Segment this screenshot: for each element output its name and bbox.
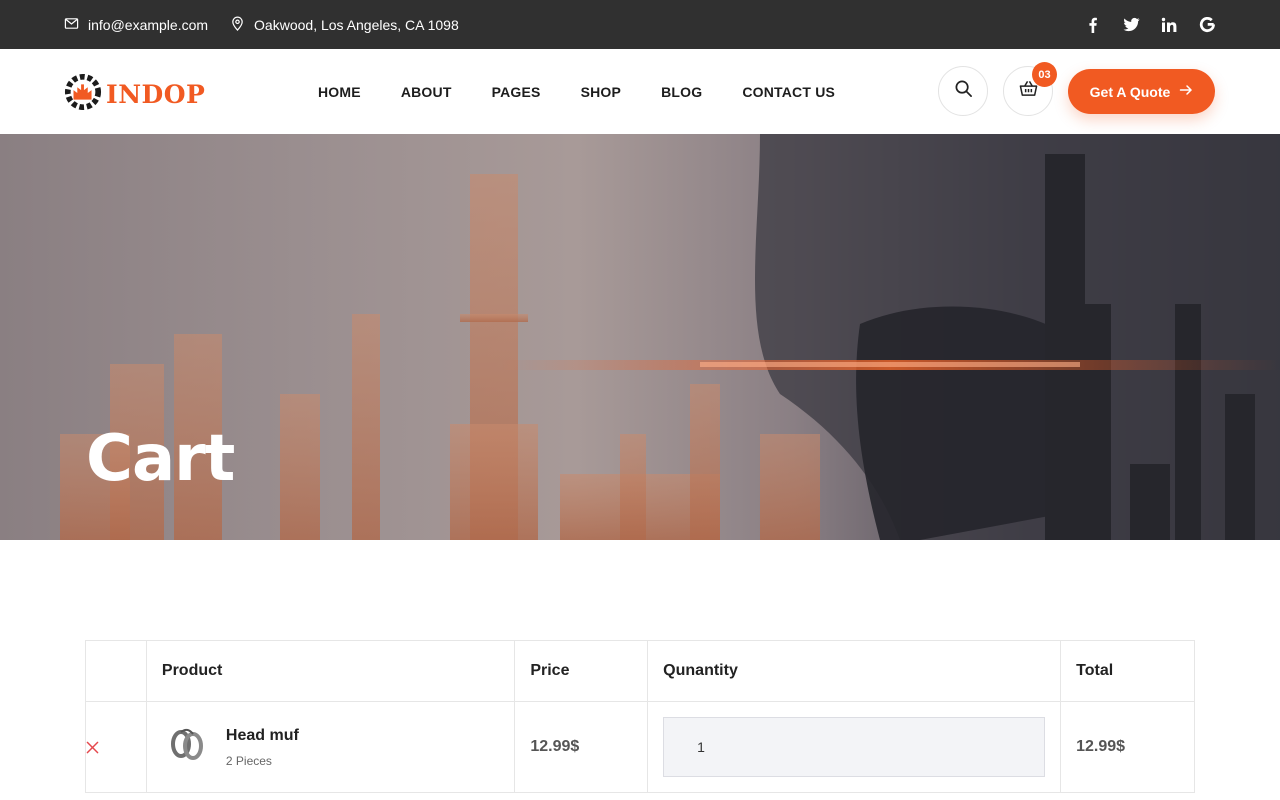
page-banner: Cart [0,134,1280,540]
table-row: Head muf 2 Pieces 12.99$ 12.99$ [85,701,1195,793]
product-thumbnail[interactable] [166,724,208,771]
page-title: Cart [86,422,235,496]
product-text: Head muf 2 Pieces [226,727,299,768]
main-nav: HOME ABOUT PAGES SHOP BLOG CONTACT US [318,49,835,134]
gear-factory-icon [64,73,102,116]
contact-info: info@example.com Oakwood, Los Angeles, C… [64,0,459,49]
remove-column-header [85,640,147,702]
quantity-cell [647,701,1062,793]
cart-count-badge: 03 [1032,62,1057,87]
close-icon[interactable] [86,734,99,759]
quantity-column-header: Qunantity [647,640,1062,702]
arrow-right-icon [1179,83,1193,100]
address-text: Oakwood, Los Angeles, CA 1098 [254,16,459,33]
product-pieces: 2 Pieces [225,753,272,768]
price-column-header: Price [514,640,649,702]
quote-label: Get A Quote [1089,83,1171,100]
nav-pages[interactable]: PAGES [492,84,541,100]
facebook-icon[interactable] [1084,16,1102,34]
search-icon [954,79,973,103]
nav-contact-us[interactable]: CONTACT US [742,84,835,100]
table-header-row: Product Price Qunantity Total [85,640,1195,702]
envelope-icon [64,16,79,34]
product-column-header: Product [145,640,516,702]
nav-shop[interactable]: SHOP [581,84,621,100]
product-name[interactable]: Head muf [226,727,299,745]
get-a-quote-button[interactable]: Get A Quote [1068,69,1215,114]
cart-table: Product Price Qunantity Total Head muf 2… [85,640,1195,793]
product-info: Head muf 2 Pieces [162,724,514,771]
email-text[interactable]: info@example.com [88,17,208,33]
total-column-header: Total [1060,640,1195,702]
logo[interactable]: INDOP [64,73,205,116]
logo-text: INDOP [106,80,206,109]
social-links [1084,0,1216,49]
nav-blog[interactable]: BLOG [661,84,702,100]
search-button[interactable] [938,66,988,116]
total-cell: 12.99$ [1060,701,1195,793]
nav-about[interactable]: ABOUT [401,84,452,100]
address-item: Oakwood, Los Angeles, CA 1098 [230,16,459,34]
map-pin-icon [230,16,245,34]
product-cell: Head muf 2 Pieces [145,701,516,793]
google-icon[interactable] [1198,16,1216,34]
linkedin-icon[interactable] [1160,16,1178,34]
top-bar: info@example.com Oakwood, Los Angeles, C… [0,0,1280,49]
nav-home[interactable]: HOME [318,84,361,100]
email-item[interactable]: info@example.com [64,16,208,34]
twitter-icon[interactable] [1122,16,1140,34]
quantity-input[interactable] [663,717,1046,777]
price-cell: 12.99$ [514,701,649,793]
remove-item-cell [85,701,147,793]
